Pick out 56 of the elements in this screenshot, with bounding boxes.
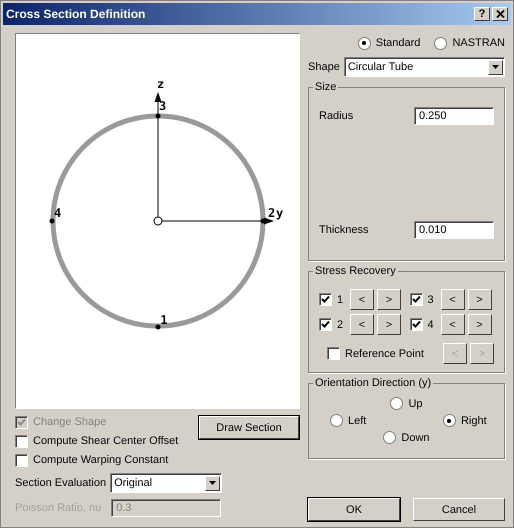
group-title: Stress Recovery bbox=[314, 265, 397, 277]
option-checkbox[interactable]: Compute Warping Constant bbox=[15, 452, 178, 468]
orientation-radio[interactable]: Up bbox=[390, 397, 423, 410]
stress-point-checkbox[interactable]: 4 bbox=[410, 316, 438, 332]
previous-button[interactable]: < bbox=[440, 314, 464, 335]
previous-button[interactable]: < bbox=[350, 289, 374, 310]
close-button[interactable] bbox=[492, 7, 508, 21]
stress-point-marker bbox=[156, 324, 160, 330]
stress-point-checkbox[interactable]: 2 bbox=[319, 316, 347, 332]
shape-dropdown[interactable]: Circular Tube bbox=[344, 57, 505, 77]
point-label: 4 bbox=[54, 206, 62, 220]
dialog-button[interactable]: Cancel bbox=[413, 498, 505, 521]
previous-button[interactable]: < bbox=[440, 289, 464, 310]
dropdown-arrow-icon bbox=[209, 481, 216, 485]
close-icon bbox=[496, 10, 504, 18]
check-icon bbox=[321, 295, 330, 304]
dialog-button[interactable]: OK bbox=[308, 498, 400, 521]
group-title: Size bbox=[314, 81, 338, 93]
next-button[interactable]: > bbox=[377, 289, 401, 310]
draw-section-button[interactable]: Draw Section bbox=[199, 416, 299, 439]
next-button[interactable]: > bbox=[468, 314, 492, 335]
stress-point-marker bbox=[50, 218, 54, 224]
window-title: Cross Section Definition bbox=[6, 7, 146, 21]
axis-label: z bbox=[157, 77, 164, 91]
orientation-radio[interactable]: Left bbox=[330, 414, 366, 427]
point-label: 2 bbox=[268, 206, 276, 220]
origin-marker bbox=[154, 216, 162, 226]
check-icon bbox=[412, 295, 420, 304]
dropdown-arrow-icon bbox=[492, 65, 499, 69]
axis-label: y bbox=[276, 206, 284, 220]
previous-button[interactable]: < bbox=[350, 314, 374, 335]
section-evaluation-label: Section Evaluation bbox=[15, 477, 106, 489]
group-title: Orientation Direction (y) bbox=[314, 377, 432, 389]
check-icon bbox=[412, 320, 420, 329]
point-label: 1 bbox=[160, 313, 168, 327]
point-label: 3 bbox=[159, 99, 166, 113]
stress-point-marker bbox=[156, 114, 160, 118]
format-radio[interactable]: NASTRAN bbox=[434, 35, 505, 51]
section-evaluation-dropdown[interactable]: Original bbox=[110, 473, 222, 493]
stress-point-marker bbox=[260, 218, 266, 224]
check-icon bbox=[321, 320, 330, 329]
shape-label: Shape bbox=[308, 61, 340, 73]
option-checkbox[interactable]: Compute Shear Center Offset bbox=[15, 433, 178, 449]
next-button[interactable]: > bbox=[468, 289, 492, 310]
size-label: Thickness bbox=[319, 224, 369, 236]
help-button[interactable]: ? bbox=[474, 7, 490, 21]
size-field[interactable]: 0.010 bbox=[414, 221, 494, 239]
next-button[interactable]: > bbox=[377, 314, 401, 335]
orientation-radio[interactable]: Right bbox=[442, 414, 487, 427]
size-field[interactable]: 0.250 bbox=[414, 107, 494, 125]
size-label: Radius bbox=[319, 110, 354, 122]
orientation-radio[interactable]: Down bbox=[383, 431, 430, 444]
stress-point-checkbox[interactable]: 1 bbox=[319, 292, 347, 308]
format-radio[interactable]: Standard bbox=[358, 35, 420, 51]
check-icon bbox=[17, 418, 26, 426]
stress-point-checkbox[interactable]: 3 bbox=[410, 292, 438, 308]
